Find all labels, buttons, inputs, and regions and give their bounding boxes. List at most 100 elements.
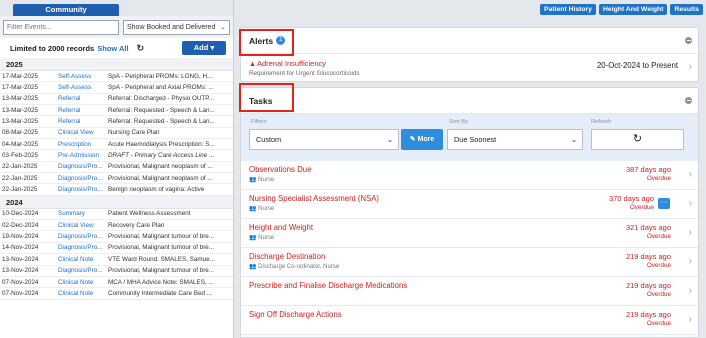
event-type-link[interactable]: Referral bbox=[58, 95, 108, 102]
event-type-link[interactable]: Referral bbox=[58, 118, 108, 125]
event-description: Benign neoplasm of vagina: Active bbox=[108, 186, 205, 194]
event-type-link[interactable]: Self-Assess bbox=[58, 84, 108, 91]
event-row[interactable]: 07-Nov-2024 Clinical Note Community Interm… bbox=[0, 288, 233, 300]
chevron-right-icon[interactable]: › bbox=[689, 314, 692, 325]
event-type-link[interactable]: Referral bbox=[58, 107, 108, 114]
events-panel: Community Show Booked and Delivered ⌄ Li… bbox=[0, 0, 234, 338]
event-row[interactable]: 17-Mar-2025 Self-Assess SpA - Peripheral a… bbox=[0, 82, 233, 94]
event-description: Provisional, Malignant neoplasm of ... bbox=[108, 163, 213, 171]
event-date: 08-Mar-2025 bbox=[2, 129, 39, 137]
event-date: 07-Nov-2024 bbox=[2, 278, 39, 286]
height-and-weight-button[interactable]: Height And Weight bbox=[599, 4, 668, 15]
event-description: DRAFT - Primary Care Access Line ... bbox=[108, 152, 215, 160]
task-due: 219 days ago Overdue bbox=[626, 281, 671, 299]
event-description: Provisional, Malignant neoplasm of ... bbox=[108, 174, 213, 182]
filter-events-input[interactable] bbox=[3, 20, 119, 35]
task-name: Sign Off Discharge Actions bbox=[249, 310, 342, 319]
chevron-right-icon[interactable]: › bbox=[689, 285, 692, 296]
task-row[interactable]: Height and Weight 👥 Nurse 321 days ago Over… bbox=[241, 219, 698, 248]
alert-subtitle: Requirement for Urgent Glucocorticoids bbox=[249, 70, 360, 77]
event-type-link[interactable]: Diagnosis/Pro... bbox=[58, 233, 108, 240]
filters-select[interactable]: Custom ⌄ bbox=[249, 129, 399, 150]
event-description: Recovery Care Plan bbox=[108, 221, 165, 229]
people-icon: 👥 bbox=[249, 177, 257, 183]
event-list: 2025 17-Mar-2025 Self-Assess SpA - Peripher… bbox=[0, 58, 233, 300]
task-role-text: Nurse bbox=[258, 235, 275, 241]
event-row[interactable]: 22-Jan-2025 Diagnosis/Pro... Provisional, … bbox=[0, 173, 233, 185]
event-type-link[interactable]: Clinical Note bbox=[58, 256, 108, 263]
alert-item[interactable]: ▲Adrenal Insufficiency Requirement for U… bbox=[241, 54, 698, 81]
chevron-down-icon: ▾ bbox=[210, 43, 215, 52]
task-row[interactable]: Nursing Specialist Assessment (NSA) 👥 Nur… bbox=[241, 190, 698, 219]
more-button[interactable]: ✎ More bbox=[401, 129, 443, 150]
task-row[interactable]: Prescribe and Finalise Discharge Medicat… bbox=[241, 277, 698, 306]
event-type-link[interactable]: Diagnosis/Pro... bbox=[58, 267, 108, 274]
event-row[interactable]: 13-Mar-2025 Referral Referral: Discharged … bbox=[0, 94, 233, 106]
show-status-select[interactable]: Show Booked and Delivered ⌄ bbox=[123, 20, 230, 35]
event-row[interactable]: 13-Nov-2024 Diagnosis/Pro... Provisional, … bbox=[0, 266, 233, 277]
event-type-link[interactable]: Prescription bbox=[58, 141, 108, 148]
event-row[interactable]: 13-Nov-2024 Clinical Note VTE Ward Round: … bbox=[0, 254, 233, 266]
show-all-link[interactable]: Show All bbox=[97, 44, 128, 53]
event-date: 22-Jan-2025 bbox=[2, 174, 38, 182]
event-date: 13-Nov-2024 bbox=[2, 267, 39, 275]
add-button[interactable]: Add ▾ bbox=[182, 41, 226, 55]
refresh-icon[interactable]: ↻ bbox=[137, 43, 145, 54]
event-row[interactable]: 13-Mar-2025 Referral Referral: Requested -… bbox=[0, 105, 233, 117]
event-description: Referral: Discharged - Physio OUTP... bbox=[108, 95, 214, 103]
warning-icon: ▲ bbox=[249, 61, 256, 68]
task-status: Overdue bbox=[646, 291, 671, 298]
task-role-text: Nurse bbox=[258, 206, 275, 212]
chevron-right-icon[interactable]: › bbox=[689, 169, 692, 180]
collapse-icon[interactable] bbox=[685, 37, 692, 44]
chevron-right-icon[interactable]: › bbox=[689, 227, 692, 238]
event-type-link[interactable]: Diagnosis/Pro... bbox=[58, 244, 108, 251]
event-row[interactable]: 19-Nov-2024 Diagnosis/Pro... Provisional, … bbox=[0, 231, 233, 243]
event-row[interactable]: 07-Nov-2024 Clinical Note MCA / MHA Advice… bbox=[0, 277, 233, 289]
refresh-button[interactable]: ↻ bbox=[591, 129, 684, 150]
event-type-link[interactable]: Diagnosis/Pro... bbox=[58, 163, 108, 170]
event-type-link[interactable]: Clinical View bbox=[58, 222, 108, 229]
event-row[interactable]: 08-Mar-2025 Clinical View Nursing Care Pla… bbox=[0, 128, 233, 140]
event-row[interactable]: 14-Nov-2024 Diagnosis/Pro... Provisional, … bbox=[0, 243, 233, 255]
event-type-link[interactable]: Clinical Note bbox=[58, 290, 108, 297]
event-type-link[interactable]: Clinical View bbox=[58, 129, 108, 136]
event-date: 13-Nov-2024 bbox=[2, 255, 39, 263]
task-menu-button[interactable]: ··· bbox=[658, 198, 670, 209]
event-type-link[interactable]: Clinical Note bbox=[58, 279, 108, 286]
filters-value: Custom bbox=[256, 135, 282, 144]
event-row[interactable]: 13-Mar-2025 Referral Referral: Requested -… bbox=[0, 116, 233, 128]
sort-value: Due Soonest bbox=[454, 135, 497, 144]
event-row[interactable]: 03-Feb-2025 Pre-Admission DRAFT - Primary … bbox=[0, 150, 233, 162]
event-description: SpA - Peripheral PROMs: LONG, H... bbox=[108, 72, 213, 80]
task-days-ago: 219 days ago bbox=[625, 252, 671, 261]
task-row[interactable]: Sign Off Discharge Actions 219 days ago Ov… bbox=[241, 306, 698, 335]
event-type-link[interactable]: Diagnosis/Pro... bbox=[58, 175, 108, 182]
chevron-right-icon[interactable]: › bbox=[689, 198, 692, 209]
collapse-icon[interactable] bbox=[685, 97, 692, 104]
refresh-icon: ↻ bbox=[632, 133, 643, 145]
event-row[interactable]: 10-Dec-2024 Summary Patient Wellness Asses… bbox=[0, 209, 233, 221]
event-row[interactable]: 02-Dec-2024 Clinical View Recovery Care Pl… bbox=[0, 220, 233, 232]
chevron-right-icon[interactable]: › bbox=[689, 256, 692, 267]
event-date: 07-Nov-2024 bbox=[2, 289, 39, 297]
chevron-right-icon[interactable]: › bbox=[689, 61, 692, 72]
event-type-link[interactable]: Summary bbox=[58, 210, 108, 217]
event-type-link[interactable]: Diagnosis/Pro... bbox=[58, 186, 108, 193]
task-row[interactable]: Observations Due 👥 Nurse 387 days ago Overd… bbox=[241, 161, 698, 190]
event-row[interactable]: 22-Jan-2025 Diagnosis/Pro... Benign neopla… bbox=[0, 184, 233, 196]
task-row[interactable]: Discharge Destination 👥 Discharge Co-ordi… bbox=[241, 248, 698, 277]
patient-history-button[interactable]: Patient History bbox=[540, 4, 597, 15]
event-type-link[interactable]: Self-Assess bbox=[58, 73, 108, 80]
alert-date-range: 20-Oct-2024 to Present bbox=[596, 61, 678, 70]
results-button[interactable]: Results bbox=[670, 4, 703, 15]
event-row[interactable]: 17-Mar-2025 Self-Assess SpA - Peripheral P… bbox=[0, 71, 233, 83]
task-status: Overdue bbox=[646, 320, 671, 327]
event-type-link[interactable]: Pre-Admission bbox=[58, 152, 108, 159]
task-due: 370 days ago Overdue bbox=[609, 194, 654, 212]
event-row[interactable]: 22-Jan-2025 Diagnosis/Pro... Provisional, … bbox=[0, 162, 233, 174]
tab-community[interactable]: Community bbox=[13, 4, 119, 16]
tasks-header: Tasks bbox=[241, 88, 698, 114]
sort-select[interactable]: Due Soonest ⌄ bbox=[447, 129, 583, 150]
event-row[interactable]: 04-Mar-2025 Prescription Acute Haemodialys… bbox=[0, 139, 233, 151]
